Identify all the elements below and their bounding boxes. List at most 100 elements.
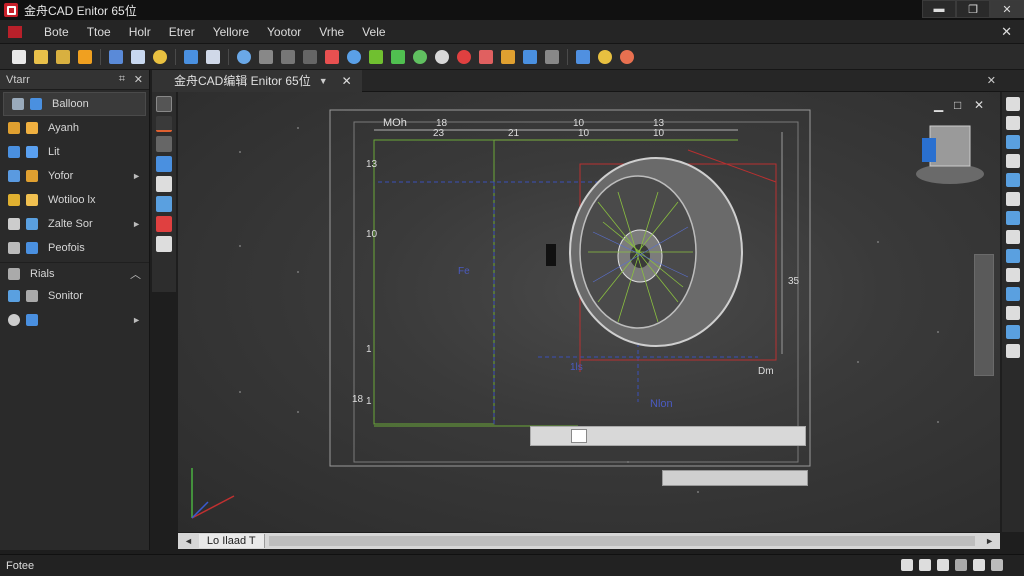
zoom-icon[interactable] xyxy=(237,49,251,64)
shape-icon[interactable] xyxy=(523,49,537,64)
palette-item-balloon[interactable]: Balloon xyxy=(3,92,146,116)
pin-icon[interactable]: ⌗ xyxy=(119,73,125,86)
viewport-restore[interactable]: □ xyxy=(954,98,961,112)
menu-item-6[interactable]: Yootor xyxy=(259,25,311,39)
regen-icon[interactable] xyxy=(391,49,405,64)
open-folder-icon[interactable] xyxy=(34,49,48,64)
find-icon[interactable] xyxy=(153,49,167,64)
viewport-minimize[interactable]: ▁ xyxy=(934,98,943,112)
osnap-toggle-icon[interactable] xyxy=(973,559,985,571)
tab-drawing[interactable]: 金舟CAD编辑 Enitor 65位 ▼ ✕ xyxy=(152,69,362,92)
text-tool-icon[interactable] xyxy=(156,176,172,192)
menu-item-4[interactable]: Etrer xyxy=(161,25,205,39)
search-icon[interactable] xyxy=(598,49,612,64)
menu-item-3[interactable]: Holr xyxy=(121,25,161,39)
nav-tool-icon[interactable] xyxy=(1006,325,1020,339)
collapse-icon[interactable]: ︿ xyxy=(130,266,141,282)
nav-tool-icon[interactable] xyxy=(1006,230,1020,244)
horizontal-scroll-track[interactable] xyxy=(268,536,976,546)
nav-tool-icon[interactable] xyxy=(1006,135,1020,149)
help-icon[interactable] xyxy=(620,49,634,64)
palette-item-9[interactable]: ► xyxy=(0,308,149,332)
zoom-window-icon[interactable] xyxy=(347,49,361,64)
tab-layout[interactable]: Lo Ilaad T xyxy=(198,534,265,548)
menu-item-8[interactable]: Vele xyxy=(354,25,395,39)
menu-close-icon[interactable]: ✕ xyxy=(1001,24,1012,40)
new-file-icon[interactable] xyxy=(12,49,26,64)
paste-icon[interactable] xyxy=(131,49,145,64)
rectangle-tool-icon[interactable] xyxy=(156,136,172,152)
viewport-close[interactable]: ✕ xyxy=(974,98,984,112)
palette-item-5[interactable]: Wotiloo lx xyxy=(0,188,149,212)
copy-icon[interactable] xyxy=(109,49,123,64)
palette-item-8[interactable]: Sonitor xyxy=(0,284,149,308)
save-icon[interactable] xyxy=(56,49,70,64)
nav-tool-icon[interactable] xyxy=(1006,116,1020,130)
snap-icon[interactable] xyxy=(303,49,317,64)
viewport-horizontal-scrollbar[interactable] xyxy=(530,426,806,446)
zoom-in-icon[interactable] xyxy=(413,49,427,64)
scroll-thumb[interactable] xyxy=(571,429,587,443)
redo-icon[interactable] xyxy=(369,49,383,64)
menu-item-7[interactable]: Vrhe xyxy=(311,25,354,39)
nav-tool-icon[interactable] xyxy=(1006,97,1020,111)
palette-item-6[interactable]: Zalte Sor ► xyxy=(0,212,149,236)
nav-tool-icon[interactable] xyxy=(1006,192,1020,206)
nav-tool-icon[interactable] xyxy=(1006,154,1020,168)
nav-tool-icon[interactable] xyxy=(1006,306,1020,320)
mini-navigation-bar[interactable] xyxy=(662,470,808,486)
left-label: 18 xyxy=(352,394,364,405)
close-button[interactable]: ✕ xyxy=(990,0,1024,18)
menu-app-icon[interactable] xyxy=(8,25,22,38)
grid-toggle-icon[interactable] xyxy=(919,559,931,571)
snap-toggle-icon[interactable] xyxy=(901,559,913,571)
ortho-toggle-icon[interactable] xyxy=(937,559,949,571)
render-icon[interactable] xyxy=(457,49,471,64)
palette-item-2[interactable]: Ayanh xyxy=(0,116,149,140)
properties-icon[interactable] xyxy=(206,49,220,64)
menu-item-5[interactable]: Yellore xyxy=(205,25,259,39)
measure-icon[interactable] xyxy=(325,49,339,64)
grid-icon[interactable] xyxy=(545,49,559,64)
pan-icon[interactable] xyxy=(259,49,273,64)
polar-toggle-icon[interactable] xyxy=(955,559,967,571)
nav-tool-icon[interactable] xyxy=(1006,173,1020,187)
tab-close-icon[interactable]: ✕ xyxy=(342,74,352,88)
green-outline xyxy=(373,139,495,425)
layer-icon[interactable] xyxy=(184,49,198,64)
viewport-vertical-scrollbar[interactable] xyxy=(974,254,994,376)
orbit-icon[interactable] xyxy=(281,49,295,64)
view-cube-icon xyxy=(916,125,984,184)
minimize-button[interactable]: ▬ xyxy=(922,0,956,18)
palette-item-3[interactable]: Lit xyxy=(0,140,149,164)
hatch-tool-icon[interactable] xyxy=(156,196,172,212)
nav-tool-icon[interactable] xyxy=(1006,287,1020,301)
nav-tool-icon[interactable] xyxy=(1006,344,1020,358)
palette-close-icon[interactable]: ✕ xyxy=(134,73,143,86)
tools-icon[interactable] xyxy=(576,49,590,64)
drawing-canvas[interactable]: MOh 23 21 10 10 18 10 13 13 10 1 1 18 Fe… xyxy=(178,92,1000,532)
scroll-right-icon[interactable]: ► xyxy=(985,536,994,546)
menu-item-2[interactable]: Ttoe xyxy=(79,25,121,39)
insert-icon[interactable] xyxy=(501,49,515,64)
nav-tool-icon[interactable] xyxy=(1006,268,1020,282)
palette-section-rials[interactable]: Rials ︿ xyxy=(0,262,149,284)
palette-item-4[interactable]: Yofor ► xyxy=(0,164,149,188)
table-tool-icon[interactable] xyxy=(156,236,172,252)
nav-tool-icon[interactable] xyxy=(1006,211,1020,225)
maximize-button[interactable]: ❐ xyxy=(956,0,990,18)
tab-dropdown-icon[interactable]: ▼ xyxy=(319,76,328,86)
plot-icon[interactable] xyxy=(78,49,92,64)
zoom-out-icon[interactable] xyxy=(435,49,449,64)
arc-tool-icon[interactable] xyxy=(156,156,172,172)
palette-item-7[interactable]: Peofois xyxy=(0,236,149,260)
select-tool-icon[interactable] xyxy=(156,96,172,112)
block-icon[interactable] xyxy=(479,49,493,64)
nav-tool-icon[interactable] xyxy=(1006,249,1020,263)
panel-close-icon[interactable]: ✕ xyxy=(987,74,996,87)
menu-item-1[interactable]: Bote xyxy=(36,25,79,39)
dimension-tool-icon[interactable] xyxy=(156,216,172,232)
line-tool-icon[interactable] xyxy=(156,116,172,132)
scroll-left-icon[interactable]: ◄ xyxy=(184,536,193,546)
lineweight-toggle-icon[interactable] xyxy=(991,559,1003,571)
